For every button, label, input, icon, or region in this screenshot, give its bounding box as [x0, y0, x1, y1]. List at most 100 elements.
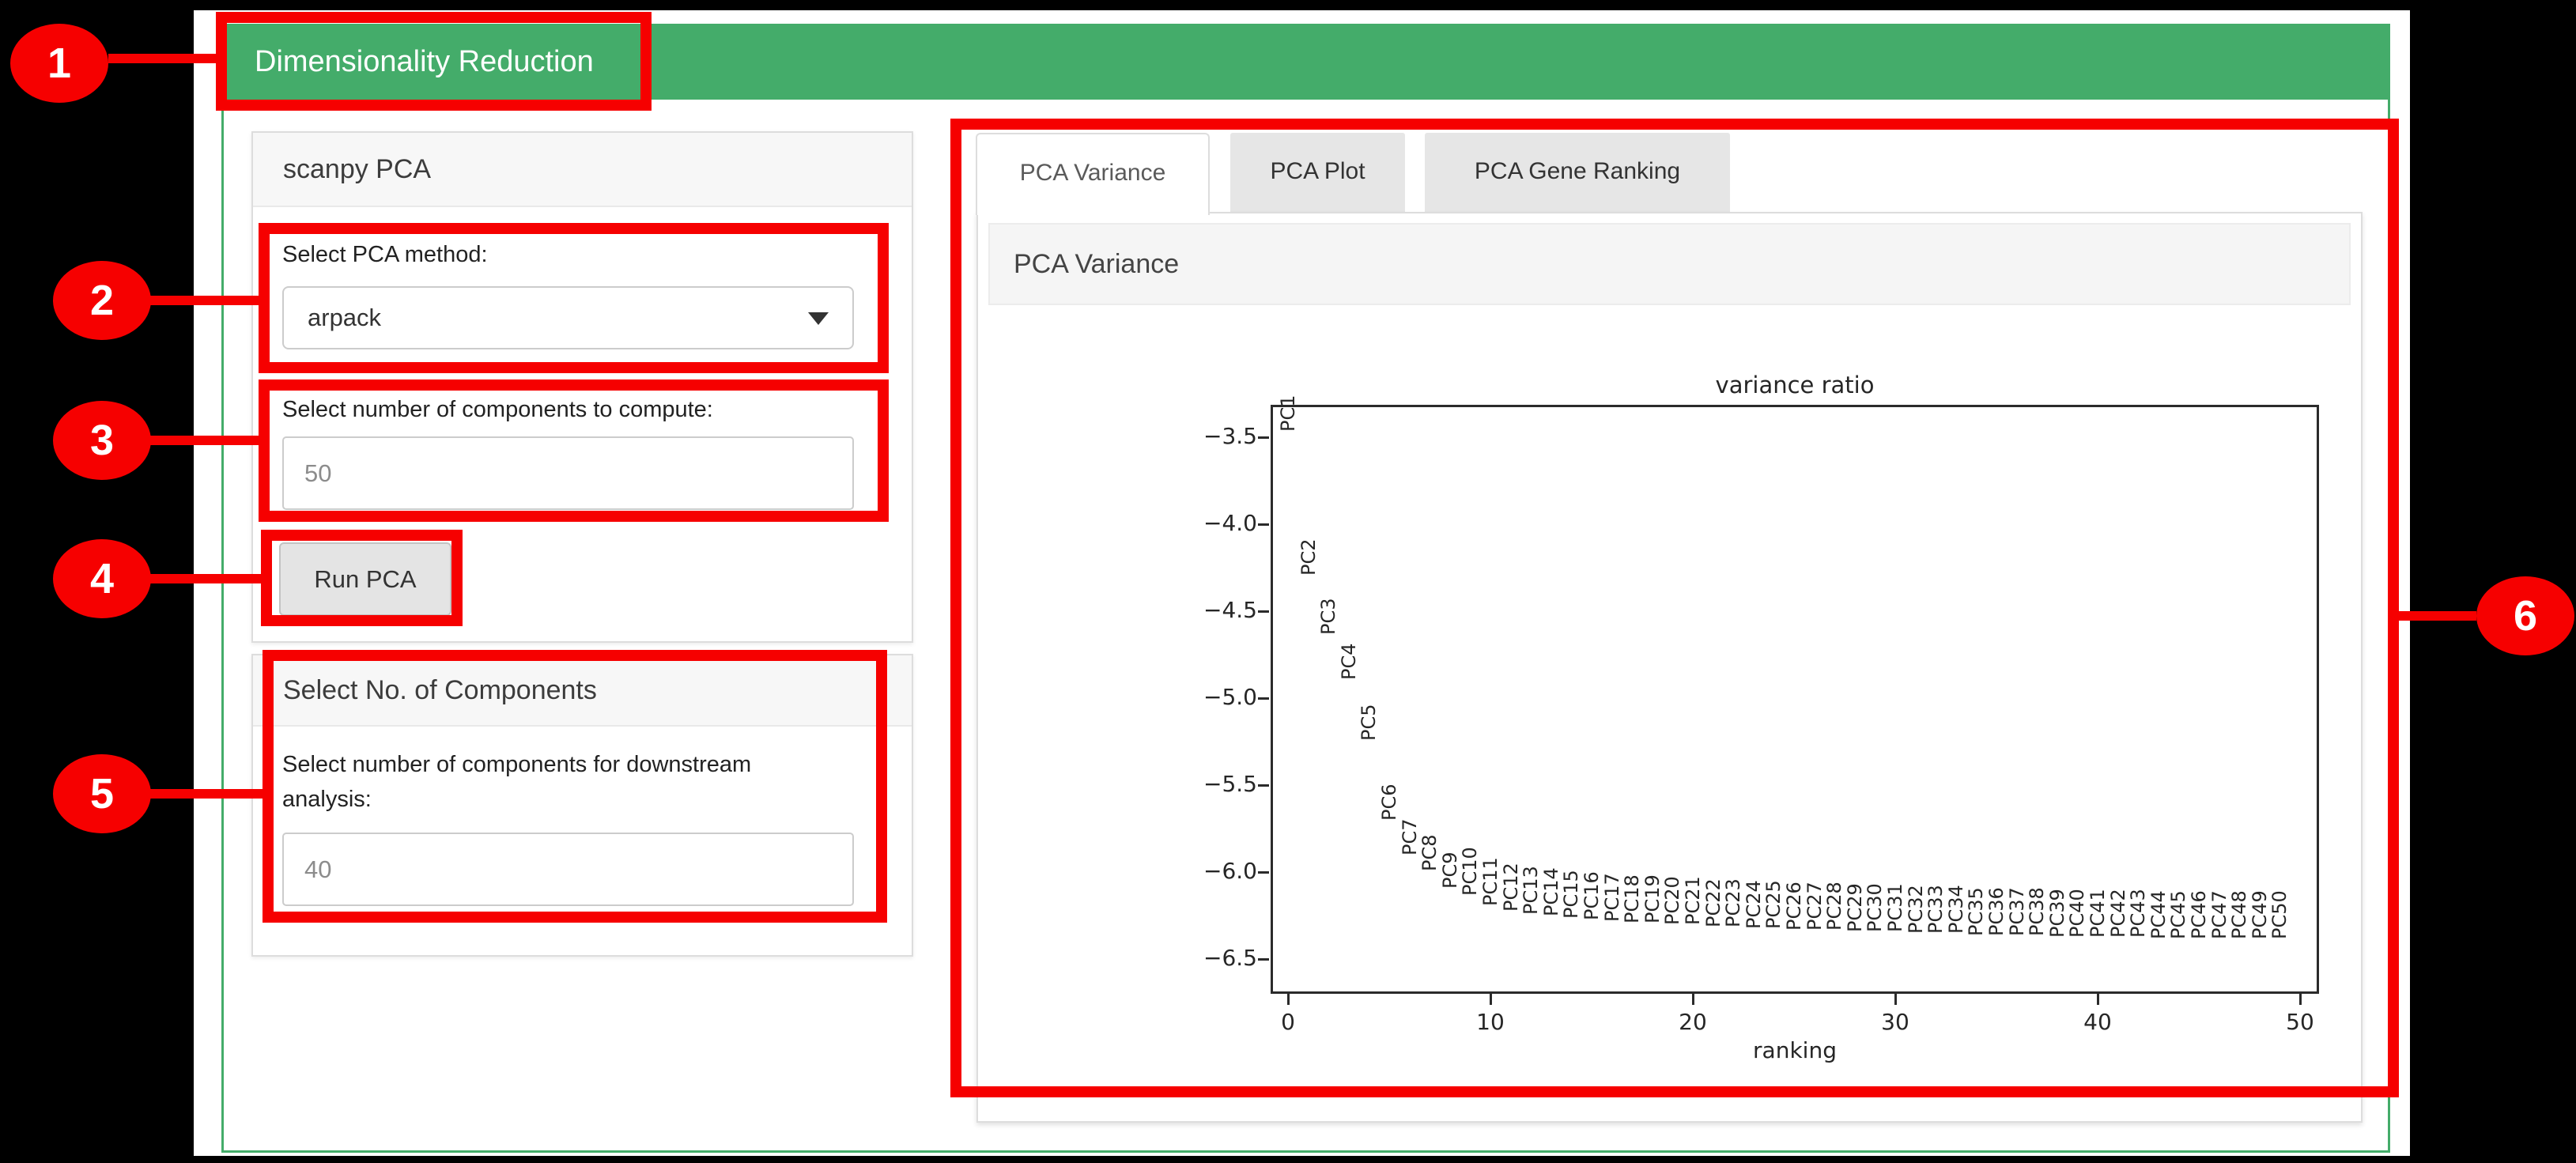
data-point-label-pc9: PC9 — [1439, 852, 1461, 889]
tab-pca-variance[interactable]: PCA Variance — [976, 133, 1210, 215]
data-point-label-pc32: PC32 — [1905, 885, 1927, 935]
chevron-down-icon — [808, 312, 829, 325]
pca-method-select[interactable]: arpack — [282, 286, 854, 349]
tab-pca-plot[interactable]: PCA Plot — [1230, 133, 1405, 212]
data-point-label-pc15: PC15 — [1560, 870, 1582, 919]
data-point-label-pc2: PC2 — [1297, 539, 1320, 576]
y-tick-mark — [1258, 436, 1269, 439]
data-point-label-pc41: PC41 — [2087, 889, 2109, 938]
data-point-label-pc13: PC13 — [1520, 866, 1542, 915]
pca-variance-content-header: PCA Variance — [988, 223, 2351, 305]
callout-4: 4 — [53, 539, 151, 618]
data-point-label-pc23: PC23 — [1722, 878, 1744, 927]
data-point-label-pc40: PC40 — [2066, 889, 2088, 938]
data-point-label-pc24: PC24 — [1743, 880, 1765, 929]
ncomp-compute-label: Select number of components to compute: — [282, 392, 713, 427]
x-tick-mark — [2097, 994, 2099, 1005]
pca-variance-content-title: PCA Variance — [1014, 225, 1179, 304]
data-point-label-pc4: PC4 — [1338, 644, 1360, 681]
data-point-label-pc27: PC27 — [1804, 882, 1826, 931]
data-point-label-pc31: PC31 — [1884, 883, 1906, 932]
tab-pca-plot-label: PCA Plot — [1230, 133, 1405, 210]
y-tick-label: −5.0 — [1131, 684, 1257, 710]
data-point-label-pc26: PC26 — [1783, 882, 1805, 931]
screenshot-stage: Dimensionality Reduction scanpy PCA Sele… — [0, 0, 2576, 1163]
data-point-label-pc39: PC39 — [2046, 889, 2068, 938]
callout-3: 3 — [53, 401, 151, 480]
data-point-label-pc28: PC28 — [1823, 882, 1845, 931]
data-point-label-pc43: PC43 — [2127, 889, 2149, 938]
downstream-components-input[interactable] — [282, 833, 854, 906]
x-tick-mark — [2299, 994, 2302, 1005]
ncomp-compute-input[interactable] — [282, 436, 854, 510]
data-point-label-pc14: PC14 — [1540, 868, 1562, 917]
x-tick-label: 30 — [1848, 1009, 1943, 1035]
callout-6: 6 — [2476, 576, 2574, 655]
data-point-label-pc35: PC35 — [1965, 887, 1987, 936]
y-tick-mark — [1258, 610, 1269, 613]
data-point-label-pc42: PC42 — [2107, 889, 2129, 938]
x-tick-mark — [1490, 994, 1492, 1005]
y-tick-mark — [1258, 784, 1269, 787]
x-tick-label: 40 — [2050, 1009, 2145, 1035]
callout-1: 1 — [10, 24, 108, 103]
callout-2: 2 — [53, 261, 151, 340]
data-point-label-pc10: PC10 — [1459, 847, 1481, 896]
x-tick-mark — [1692, 994, 1694, 1005]
data-point-label-pc44: PC44 — [2147, 890, 2170, 939]
data-point-label-pc8: PC8 — [1418, 835, 1441, 872]
data-point-label-pc7: PC7 — [1399, 819, 1421, 856]
plot-title: variance ratio — [1479, 372, 2111, 398]
data-point-label-pc29: PC29 — [1844, 883, 1866, 932]
data-point-label-pc33: PC33 — [1924, 885, 1947, 935]
header-bar: Dimensionality Reduction — [221, 24, 2390, 100]
data-point-label-pc20: PC20 — [1661, 877, 1683, 926]
data-point-label-pc5: PC5 — [1358, 704, 1380, 742]
data-point-label-pc48: PC48 — [2228, 890, 2250, 939]
data-point-label-pc36: PC36 — [1985, 887, 2008, 936]
data-point-label-pc19: PC19 — [1641, 874, 1664, 923]
data-point-label-pc50: PC50 — [2268, 890, 2291, 939]
data-point-label-pc25: PC25 — [1762, 880, 1785, 929]
x-tick-label: 10 — [1443, 1009, 1538, 1035]
data-point-label-pc46: PC46 — [2188, 890, 2210, 939]
data-point-label-pc1: PC1 — [1277, 395, 1299, 432]
y-tick-label: −4.0 — [1131, 510, 1257, 536]
y-tick-mark — [1258, 697, 1269, 700]
y-tick-label: −6.0 — [1131, 858, 1257, 884]
x-tick-mark — [1894, 994, 1897, 1005]
data-point-label-pc34: PC34 — [1945, 885, 1967, 935]
tab-pca-variance-label: PCA Variance — [977, 134, 1208, 212]
data-point-label-pc18: PC18 — [1621, 874, 1643, 923]
x-tick-label: 20 — [1645, 1009, 1740, 1035]
pca-method-label: Select PCA method: — [282, 237, 488, 272]
data-point-label-pc49: PC49 — [2249, 890, 2271, 939]
select-components-panel-header: Select No. of Components — [253, 655, 912, 727]
data-point-label-pc17: PC17 — [1601, 873, 1623, 922]
x-axis-label: ranking — [1637, 1037, 1953, 1063]
data-point-label-pc21: PC21 — [1682, 877, 1704, 926]
data-point-label-pc11: PC11 — [1479, 857, 1501, 906]
tab-pca-gene-ranking[interactable]: PCA Gene Ranking — [1425, 133, 1730, 212]
data-point-label-pc38: PC38 — [2026, 887, 2048, 936]
y-tick-label: −6.5 — [1131, 945, 1257, 971]
data-point-label-pc22: PC22 — [1702, 878, 1724, 927]
select-components-panel-title: Select No. of Components — [283, 655, 597, 725]
callout-5: 5 — [53, 754, 151, 833]
pca-method-selected-value: arpack — [308, 288, 381, 348]
downstream-label: Select number of components for downstre… — [282, 747, 804, 817]
run-pca-button[interactable]: Run PCA — [279, 542, 451, 616]
x-tick-label: 50 — [2253, 1009, 2347, 1035]
y-tick-mark — [1258, 871, 1269, 874]
scanpy-pca-panel-title: scanpy PCA — [283, 133, 431, 206]
y-tick-mark — [1258, 958, 1269, 961]
data-point-label-pc3: PC3 — [1317, 598, 1339, 636]
scanpy-pca-panel-header: scanpy PCA — [253, 133, 912, 207]
data-point-label-pc6: PC6 — [1378, 784, 1400, 821]
data-point-label-pc12: PC12 — [1500, 863, 1522, 912]
data-point-label-pc30: PC30 — [1864, 883, 1886, 932]
data-point-label-pc16: PC16 — [1581, 871, 1603, 920]
data-point-label-pc45: PC45 — [2167, 890, 2189, 939]
data-point-label-pc37: PC37 — [2006, 887, 2028, 936]
data-point-label-pc47: PC47 — [2208, 890, 2230, 939]
